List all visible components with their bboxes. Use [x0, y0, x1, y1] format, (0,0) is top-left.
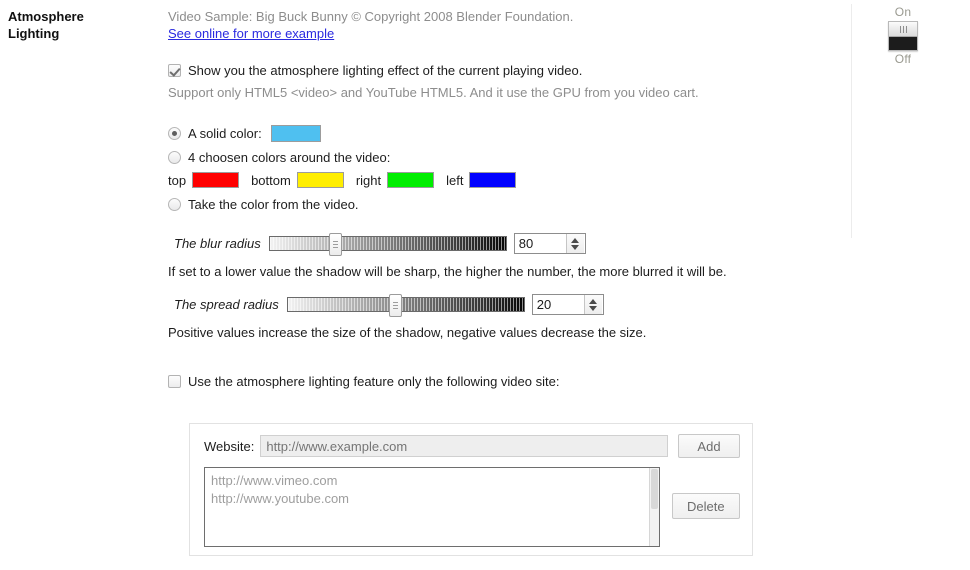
quad-right-label: right	[355, 172, 382, 188]
radio-solid-color[interactable]	[168, 127, 181, 140]
enable-effect-label: Show you the atmosphere lighting effect …	[188, 63, 583, 78]
quad-right-swatch[interactable]	[387, 172, 435, 188]
spread-radius-slider-thumb[interactable]	[388, 294, 402, 317]
delete-button[interactable]: Delete	[671, 493, 740, 519]
power-toggle-switch[interactable]	[888, 21, 918, 51]
grip-line-icon	[905, 25, 907, 33]
radio-from-video[interactable]	[168, 198, 181, 211]
quad-bottom-swatch[interactable]	[296, 172, 344, 188]
power-toggle[interactable]: On Off	[880, 5, 926, 67]
blur-radius-spinner[interactable]: 80	[513, 233, 586, 254]
quad-left-swatch[interactable]	[469, 172, 517, 188]
radio-four-colors[interactable]	[168, 151, 181, 164]
enable-effect-row[interactable]: Show you the atmosphere lighting effect …	[168, 62, 848, 79]
list-item[interactable]: http://www.vimeo.com	[211, 472, 659, 490]
quad-color-row: top bottom right left	[168, 172, 848, 188]
radio-from-video-label: Take the color from the video.	[188, 197, 359, 212]
site-list-row: http://www.vimeo.com http://www.youtube.…	[190, 458, 752, 547]
enable-effect-note: Support only HTML5 <video> and YouTube H…	[168, 85, 699, 100]
site-filter-panel: Website: Add http://www.vimeo.com http:/…	[189, 423, 753, 556]
color-mode-option-quad[interactable]: 4 choosen colors around the video:	[168, 149, 848, 166]
blur-radius-row: The blur radius 80	[174, 233, 848, 256]
website-label: Website:	[204, 438, 255, 454]
grip-line-icon	[902, 25, 904, 33]
solid-color-swatch[interactable]	[270, 125, 321, 142]
quad-bottom-label: bottom	[251, 172, 291, 188]
quad-top-label: top	[168, 172, 187, 188]
caret-down-icon[interactable]	[589, 305, 598, 311]
power-toggle-on-label: On	[894, 5, 912, 19]
color-mode-option-solid[interactable]: A solid color:	[168, 125, 848, 142]
blur-radius-label: The blur radius	[174, 236, 261, 251]
radio-four-colors-label: 4 choosen colors around the video:	[188, 150, 391, 165]
grip-line-icon	[899, 25, 901, 33]
caret-up-icon[interactable]	[571, 237, 580, 243]
blur-radius-value[interactable]: 80	[515, 236, 566, 251]
site-listbox[interactable]: http://www.vimeo.com http://www.youtube.…	[204, 467, 660, 547]
list-item[interactable]: http://www.youtube.com	[211, 490, 659, 508]
listbox-scrollbar[interactable]	[648, 468, 659, 546]
spread-radius-description: Positive values increase the size of the…	[168, 325, 647, 340]
caret-up-icon[interactable]	[589, 298, 598, 304]
enable-effect-checkbox[interactable]	[168, 64, 181, 77]
blur-radius-slider[interactable]	[268, 233, 507, 256]
power-toggle-off-label: Off	[894, 52, 912, 66]
spread-radius-row: The spread radius 20	[174, 294, 848, 317]
blur-radius-stepper[interactable]	[565, 234, 584, 253]
listbox-scrollbar-thumb[interactable]	[650, 469, 658, 509]
site-filter-label: Use the atmosphere lighting feature only…	[188, 374, 560, 389]
quad-top-swatch[interactable]	[192, 172, 240, 188]
video-credit-text: Video Sample: Big Buck Bunny © Copyright…	[168, 9, 574, 24]
spread-radius-label: The spread radius	[174, 297, 279, 312]
settings-content: Video Sample: Big Buck Bunny © Copyright…	[168, 8, 848, 390]
caret-down-icon[interactable]	[571, 244, 580, 250]
spread-radius-stepper[interactable]	[583, 295, 602, 314]
spread-radius-slider[interactable]	[286, 294, 525, 317]
color-mode-option-from-video[interactable]: Take the color from the video.	[168, 196, 848, 213]
site-filter-checkbox[interactable]	[168, 375, 181, 388]
page-title: Atmosphere Lighting	[8, 9, 84, 41]
website-input[interactable]	[260, 435, 668, 457]
site-filter-row[interactable]: Use the atmosphere lighting feature only…	[168, 373, 848, 390]
website-input-row: Website: Add	[190, 424, 752, 458]
add-button[interactable]: Add	[678, 434, 740, 458]
blur-radius-slider-thumb[interactable]	[328, 233, 342, 256]
vertical-divider	[851, 4, 852, 238]
see-online-link[interactable]: See online for more example	[168, 26, 334, 41]
spread-radius-spinner[interactable]: 20	[531, 294, 604, 315]
radio-solid-color-label: A solid color:	[188, 126, 262, 141]
spread-radius-value[interactable]: 20	[533, 297, 584, 312]
blur-radius-description: If set to a lower value the shadow will …	[168, 264, 727, 279]
quad-left-label: left	[446, 172, 464, 188]
power-toggle-knob[interactable]	[889, 22, 917, 37]
